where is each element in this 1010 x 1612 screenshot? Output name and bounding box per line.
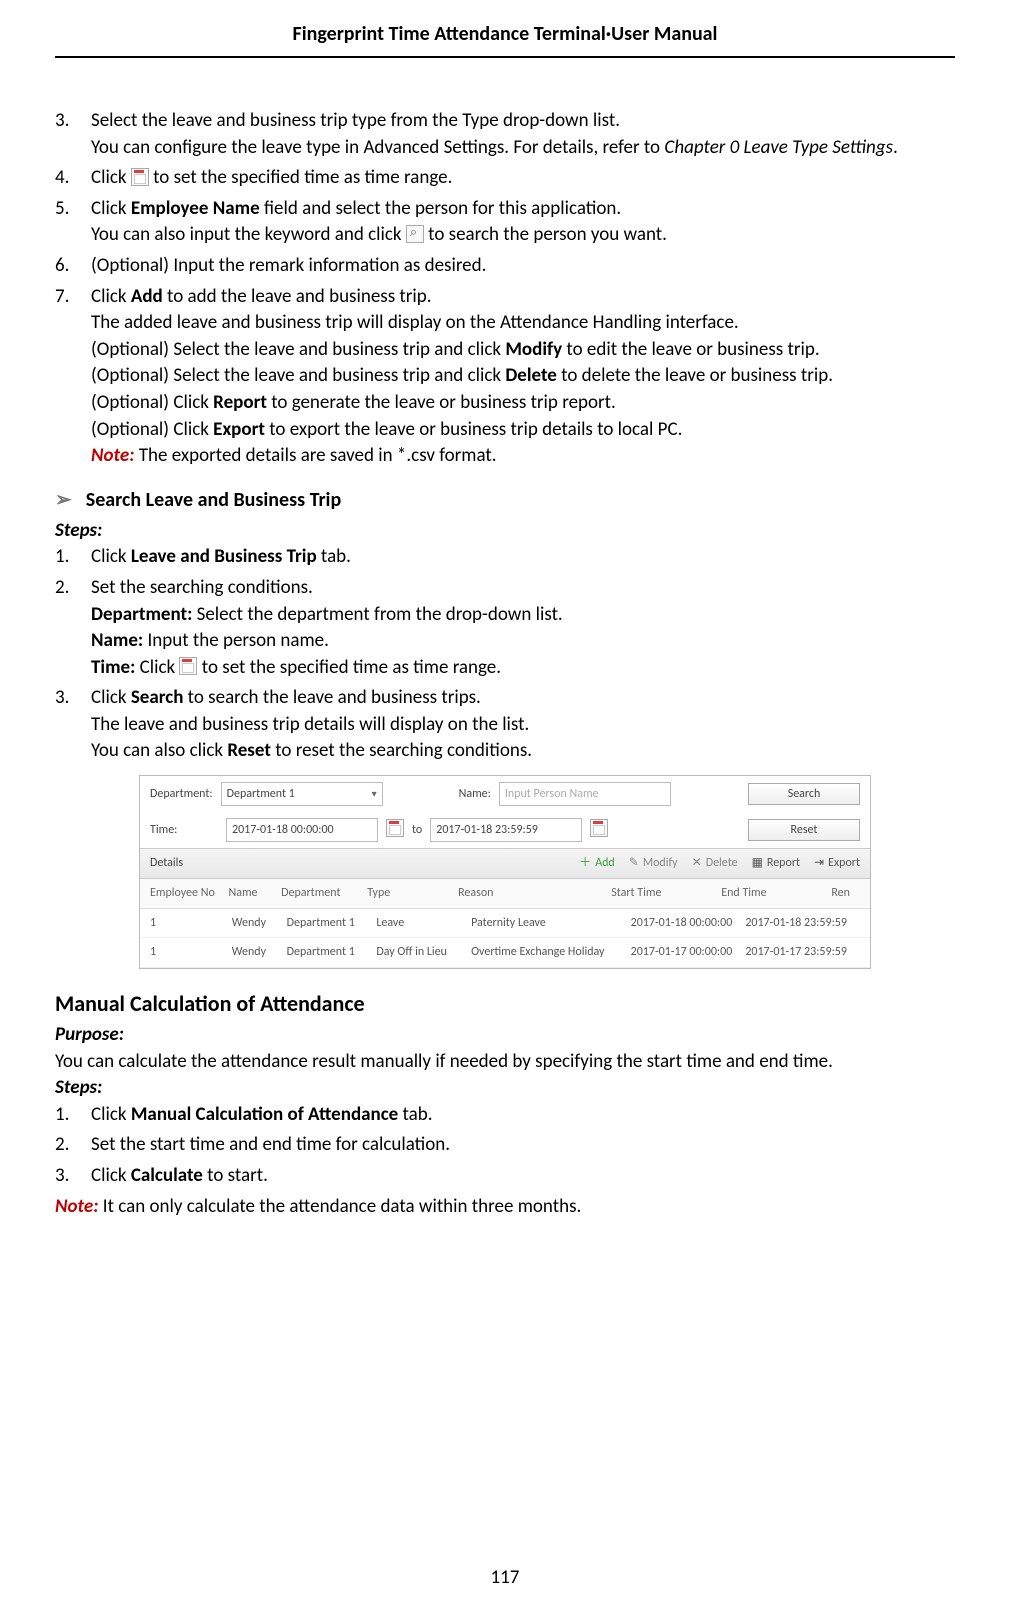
step-number: 6. (55, 253, 91, 280)
reset-button[interactable]: Reset (748, 819, 860, 842)
page-header: Fingerprint Time Attendance Terminal·Use… (55, 20, 955, 58)
purpose-label: Purpose: (55, 1022, 955, 1049)
step6: (Optional) Input the remark information … (91, 253, 955, 280)
manual-calc-heading: Manual Calculation of Attendance (55, 989, 955, 1020)
modify-button[interactable]: ✎Modify (629, 855, 678, 872)
manual-s3: Click Calculate to start. (91, 1163, 955, 1190)
plus-icon: ＋ (579, 855, 591, 872)
table-header: Employee No Name Department Type Reason … (140, 879, 870, 909)
table-row[interactable]: 1 Wendy Department 1 Day Off in Lieu Ove… (140, 938, 870, 968)
ss-name-label: Name: (459, 786, 491, 803)
search-s3-l3: You can also click Reset to reset the se… (91, 738, 955, 765)
search-s1: Click Leave and Business Trip tab. (91, 544, 955, 571)
steps-label-manual: Steps: (55, 1075, 955, 1102)
export-button[interactable]: ⇥Export (814, 855, 860, 872)
magnify-icon (406, 225, 424, 243)
step3-line2: You can configure the leave type in Adva… (91, 135, 955, 162)
step7-line1: Click Add to add the leave and business … (91, 284, 955, 311)
search-s2-dept: Department: Select the department from t… (91, 602, 955, 629)
step7-line3: (Optional) Select the leave and business… (91, 337, 955, 364)
step-number: 2. (55, 575, 91, 681)
step7-note: Note: The exported details are saved in … (91, 443, 955, 470)
step-number: 1. (55, 544, 91, 571)
search-button[interactable]: Search (748, 783, 860, 806)
manual-s1: Click Manual Calculation of Attendance t… (91, 1102, 955, 1129)
step7-line2: The added leave and business trip will d… (91, 310, 955, 337)
step7-line5: (Optional) Click Report to generate the … (91, 390, 955, 417)
ss-name-input[interactable]: Input Person Name (499, 782, 671, 806)
ss-to-label: to (412, 822, 422, 839)
table-row[interactable]: 1 Wendy Department 1 Leave Paternity Lea… (140, 909, 870, 939)
steps-label: Steps: (55, 518, 955, 545)
step-number: 3. (55, 108, 91, 161)
manual-note: Note: It can only calculate the attendan… (55, 1194, 955, 1221)
step5-line1: Click Employee Name field and select the… (91, 196, 955, 223)
step-number: 3. (55, 685, 91, 765)
step-number: 3. (55, 1163, 91, 1190)
close-icon: ✕ (692, 855, 702, 872)
step7-line6: (Optional) Click Export to export the le… (91, 417, 955, 444)
step-number: 2. (55, 1132, 91, 1159)
ss-dept-label: Department: (150, 786, 213, 803)
search-s2-intro: Set the searching conditions. (91, 575, 955, 602)
step5-line2: You can also input the keyword and click… (91, 222, 955, 249)
steps-list-manual: 1. Click Manual Calculation of Attendanc… (55, 1102, 955, 1190)
chevron-down-icon: ▾ (372, 787, 377, 801)
section-search-heading: ➢ Search Leave and Business Trip (55, 486, 955, 514)
edit-icon: ✎ (629, 855, 639, 872)
report-icon: ▦ (752, 855, 763, 872)
report-button[interactable]: ▦Report (752, 855, 800, 872)
step-number: 1. (55, 1102, 91, 1129)
step-number: 4. (55, 165, 91, 192)
step3-line1: Select the leave and business trip type … (91, 108, 955, 135)
steps-list-1: 3. Select the leave and business trip ty… (55, 108, 955, 470)
page-number: 117 (0, 1565, 1010, 1592)
delete-button[interactable]: ✕Delete (692, 855, 738, 872)
manual-s2: Set the start time and end time for calc… (91, 1132, 955, 1159)
step-number: 7. (55, 284, 91, 470)
header-left: Fingerprint Time Attendance Terminal (293, 22, 606, 46)
step4: Click to set the specified time as time … (91, 165, 955, 192)
note-label: Note: (55, 1195, 98, 1218)
search-s3-l1: Click Search to search the leave and bus… (91, 685, 955, 712)
step7-line4: (Optional) Select the leave and business… (91, 363, 955, 390)
search-s2-time: Time: Click to set the specified time as… (91, 655, 955, 682)
calendar-icon[interactable] (590, 819, 608, 837)
add-button[interactable]: ＋Add (579, 855, 615, 872)
header-right: User Manual (611, 22, 717, 46)
search-s3-l2: The leave and business trip details will… (91, 712, 955, 739)
calendar-icon (179, 657, 197, 675)
ss-details-label: Details (150, 855, 183, 872)
note-label: Note: (91, 444, 134, 467)
export-icon: ⇥ (814, 855, 824, 872)
calendar-icon[interactable] (386, 819, 404, 837)
ss-time-from[interactable]: 2017-01-18 00:00:00 (226, 818, 378, 842)
ss-time-label: Time: (150, 822, 218, 839)
calendar-icon (131, 168, 149, 186)
app-screenshot: Department: Department 1▾ Name: Input Pe… (139, 775, 871, 969)
ss-dept-select[interactable]: Department 1▾ (221, 782, 383, 806)
ss-time-to[interactable]: 2017-01-18 23:59:59 (430, 818, 582, 842)
arrow-icon: ➢ (55, 486, 72, 514)
chapter-ref: Chapter 0 Leave Type Settings (664, 136, 893, 159)
purpose-text: You can calculate the attendance result … (55, 1049, 955, 1076)
step-number: 5. (55, 196, 91, 249)
steps-list-search: 1. Click Leave and Business Trip tab. 2.… (55, 544, 955, 765)
search-s2-name: Name: Input the person name. (91, 628, 955, 655)
